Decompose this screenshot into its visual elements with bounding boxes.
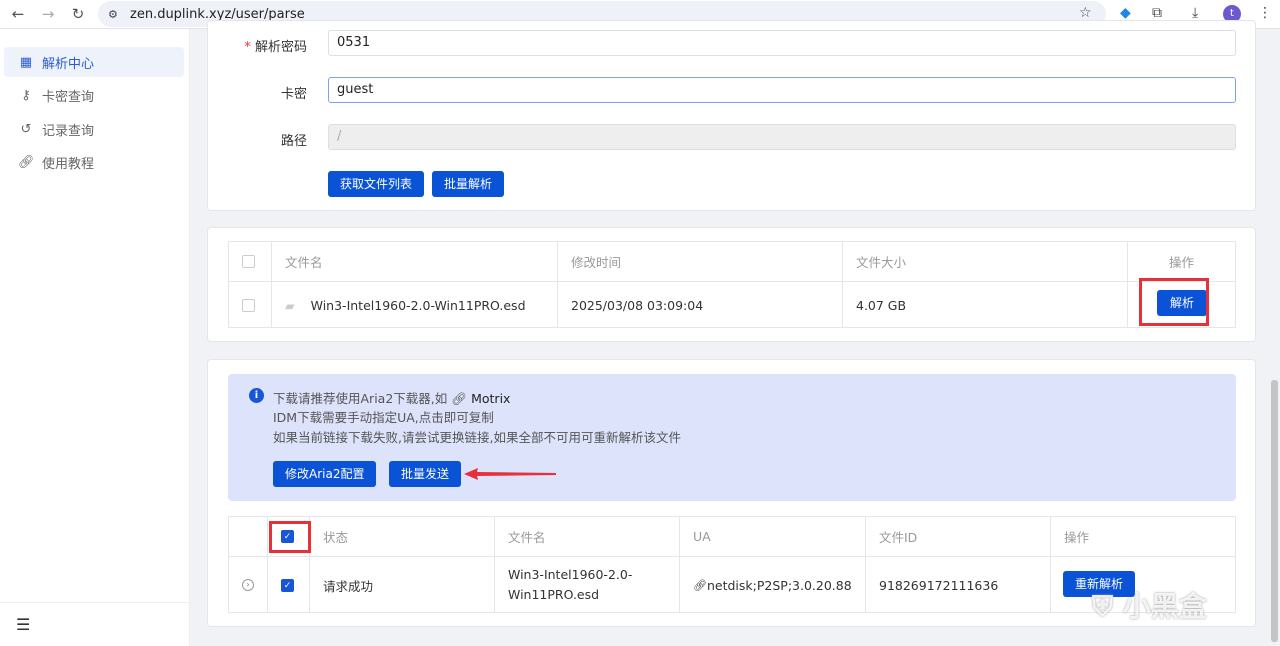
parse-form-card: * 解析密码 0531 卡密 guest 路径 / 获取文件列表 批量解析 (207, 20, 1256, 211)
batch-parse-button[interactable]: 批量解析 (432, 171, 505, 197)
column-header: 修改时间 (558, 242, 843, 281)
sidebar-item-label: 卡密查询 (42, 89, 95, 105)
row-checkbox-cell[interactable]: ✓ (268, 557, 310, 613)
column-header: 文件名 (495, 517, 680, 556)
download-icon[interactable]: ⤓ (1192, 5, 1198, 21)
card-input[interactable]: guest (328, 77, 1236, 103)
sidebar-item-tutorial[interactable]: 🔗︎ 使用教程 (4, 147, 184, 177)
motrix-link[interactable]: Motrix (471, 391, 510, 406)
reload-icon[interactable]: ↻ (66, 5, 90, 23)
column-header: 状态 (310, 517, 495, 556)
result-file-name: Win3-Intel1960-2.0- Win11PRO.esd (495, 557, 680, 613)
file-table: 文件名 修改时间 文件大小 操作 ▰ Win3-Intel1960-2.0-Win… (228, 241, 1236, 328)
row-checkbox-cell[interactable] (229, 282, 272, 328)
password-input[interactable]: 0531 (328, 30, 1236, 56)
row-checkbox[interactable] (242, 298, 255, 312)
status-text: 请求成功 (310, 557, 495, 613)
get-file-list-button[interactable]: 获取文件列表 (328, 171, 425, 197)
expand-icon[interactable]: › (242, 579, 254, 591)
extension-shield-icon[interactable]: ◆ (1120, 5, 1131, 21)
sidebar-item-card-query[interactable]: ⚷ 卡密查询 (4, 80, 184, 110)
edit-aria2-config-button[interactable]: 修改Aria2配置 (273, 461, 377, 487)
sidebar-item-label: 使用教程 (42, 156, 95, 172)
back-icon[interactable]: ← (6, 5, 30, 23)
column-header: 文件名 (272, 242, 558, 281)
modified-time: 2025/03/08 03:09:04 (558, 282, 843, 328)
file-list-card: 文件名 修改时间 文件大小 操作 ▰ Win3-Intel1960-2.0-Win… (207, 227, 1256, 342)
extensions-icon[interactable]: ⧉ (1152, 5, 1162, 21)
arrow-annotation (464, 468, 556, 480)
expand-cell[interactable]: › (229, 557, 268, 613)
table-row: ▰ Win3-Intel1960-2.0-Win11PRO.esd (272, 282, 558, 328)
bookmark-star-icon[interactable]: ☆ (1079, 5, 1092, 21)
grid-icon: ▦ (19, 54, 33, 70)
info-icon: i (249, 388, 264, 403)
column-header: UA (680, 517, 866, 556)
alert-line-3: 如果当前链接下载失败,请尝试更换链接,如果全部不可用可重新解析该文件 (273, 430, 681, 445)
alert-line-2[interactable]: IDM下载需要手动指定UA,点击即可复制 (273, 407, 494, 426)
sidebar: ▦ 解析中心 ⚷ 卡密查询 ↺ 记录查询 🔗︎ 使用教程 ☰ (0, 29, 190, 646)
batch-send-button[interactable]: 批量发送 (389, 461, 462, 487)
file-icon: ▰ (285, 297, 295, 313)
row-checkbox[interactable]: ✓ (281, 578, 294, 592)
sidebar-item-label: 解析中心 (42, 56, 95, 72)
link-icon: 🔗︎ (693, 578, 707, 592)
file-id: 918269172111636 (866, 557, 1051, 613)
path-label: 路径 (280, 134, 307, 149)
link-icon: 🔗︎ (18, 154, 35, 170)
forward-icon[interactable]: → (36, 5, 60, 23)
link-icon: 🔗︎ (451, 391, 468, 406)
scrollbar[interactable] (1271, 380, 1278, 642)
file-name: Win3-Intel1960-2.0-Win11PRO.esd (310, 297, 526, 313)
select-all-cell[interactable] (229, 242, 272, 281)
highlight-box (269, 521, 311, 553)
alert-line-1: 下载请推荐使用Aria2下载器,如 🔗︎ Motrix (273, 391, 511, 406)
column-header: 文件大小 (843, 242, 1128, 281)
ua-cell[interactable]: 🔗︎ netdisk;P2SP;3.0.20.88 (680, 557, 866, 613)
site-info-icon[interactable]: ⚙ (108, 8, 118, 21)
column-header: 操作 (1168, 255, 1194, 270)
password-label: * 解析密码 (244, 40, 307, 55)
column-header: 操作 (1064, 530, 1090, 545)
expand-header (229, 517, 268, 556)
highlight-box (1139, 278, 1209, 326)
select-all-checkbox[interactable] (242, 255, 255, 268)
sidebar-item-records[interactable]: ↺ 记录查询 (4, 114, 184, 144)
info-alert: i 下载请推荐使用Aria2下载器,如 🔗︎ Motrix IDM下载需要手动指… (228, 374, 1236, 501)
card-label: 卡密 (280, 87, 307, 102)
result-table: ✓ 状态 文件名 UA 文件ID 操作 › ✓ 请求成功 Win3-Intel1… (228, 516, 1236, 613)
watermark-logo: ⛨ 小黑盒 (1092, 590, 1207, 623)
menu-toggle-icon[interactable]: ☰ (0, 602, 190, 646)
sidebar-item-label: 记录查询 (42, 123, 95, 139)
column-header: 文件ID (866, 517, 1051, 556)
history-icon: ↺ (20, 121, 32, 137)
ua-text[interactable]: netdisk;P2SP;3.0.20.88 (707, 578, 852, 593)
path-input: / (328, 124, 1236, 150)
file-size: 4.07 GB (843, 282, 1128, 328)
sidebar-item-parse-center[interactable]: ▦ 解析中心 (4, 47, 184, 77)
more-icon[interactable]: ⋮ (1258, 5, 1272, 21)
key-icon: ⚷ (21, 87, 31, 103)
